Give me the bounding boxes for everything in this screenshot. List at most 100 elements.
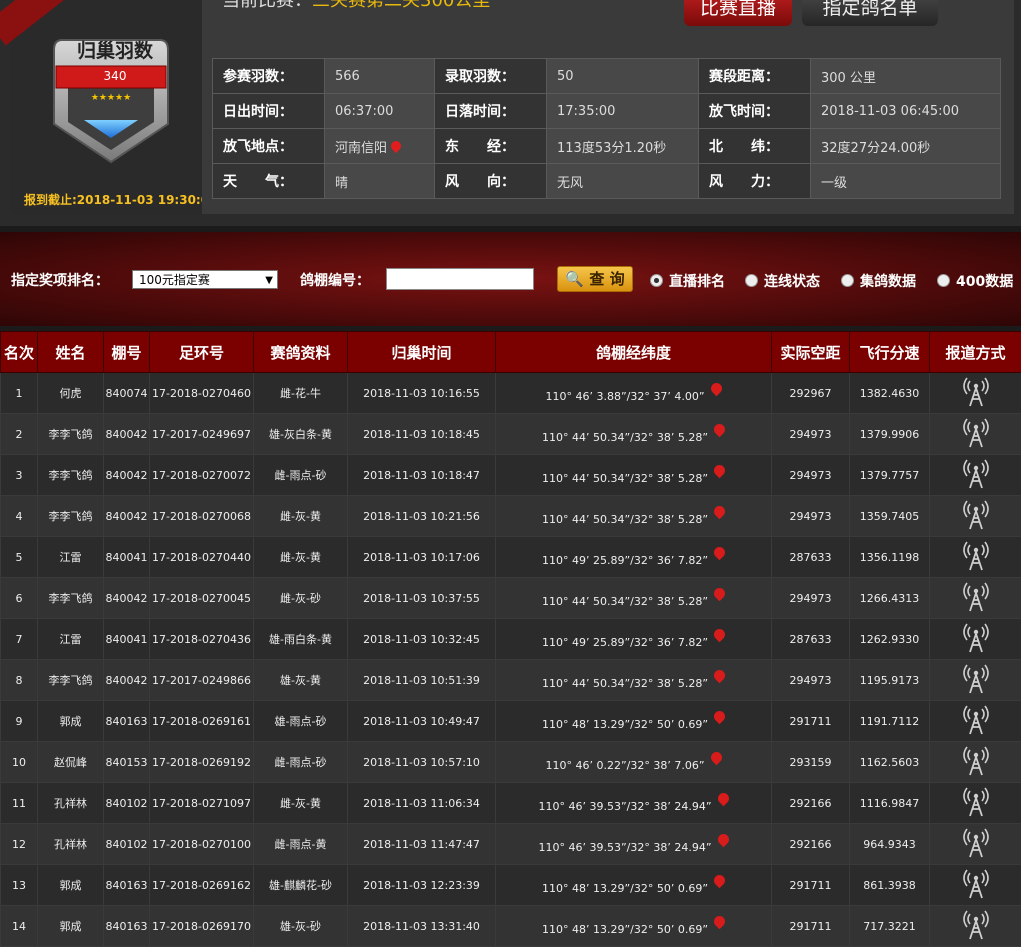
speed-cell-text: 1262.9330 bbox=[860, 633, 920, 646]
coordinates-cell: 110° 44’ 50.34”/32° 38’ 5.28” bbox=[496, 578, 772, 619]
name-cell-text: 李李飞鸽 bbox=[49, 510, 93, 523]
table-row: 14郭成84016317-2018-0269170雄-灰-砂2018-11-03… bbox=[1, 906, 1021, 947]
pigeon-info-cell: 雄-雨白条-黄 bbox=[254, 619, 348, 660]
name-cell-text: 李李飞鸽 bbox=[49, 428, 93, 441]
column-header: 飞行分速 bbox=[850, 332, 930, 373]
map-pin-icon[interactable] bbox=[712, 668, 728, 684]
coordinates-cell-text: 110° 49’ 25.89”/32° 36’ 7.82” bbox=[542, 554, 708, 567]
info-value: 06:37:00 bbox=[325, 94, 435, 129]
prize-select[interactable]: 100元指定赛▼ bbox=[132, 270, 278, 289]
query-button[interactable]: 🔍 查 询 bbox=[557, 266, 633, 292]
arrival-time-cell-text: 2018-11-03 10:32:45 bbox=[363, 633, 480, 646]
name-cell: 赵侃峰 bbox=[38, 742, 104, 783]
rank-cell-text: 3 bbox=[16, 469, 23, 482]
map-pin-icon[interactable] bbox=[712, 914, 728, 930]
speed-cell: 717.3221 bbox=[850, 906, 930, 947]
location-pin-icon[interactable] bbox=[389, 138, 403, 152]
info-label: 日落时间： bbox=[435, 94, 547, 129]
info-value: 32度27分24.00秒 bbox=[811, 129, 1001, 164]
loft-cell-text: 840153 bbox=[106, 756, 148, 769]
radio-live-rank[interactable]: 直播排名 bbox=[650, 271, 725, 291]
map-pin-icon[interactable] bbox=[708, 750, 724, 766]
coordinates-cell-text: 110° 44’ 50.34”/32° 38’ 5.28” bbox=[542, 677, 708, 690]
name-cell: 李李飞鸽 bbox=[38, 660, 104, 701]
pigeon-info-cell: 雌-雨点-砂 bbox=[254, 742, 348, 783]
map-pin-icon[interactable] bbox=[712, 873, 728, 889]
arrival-time-cell-text: 2018-11-03 10:49:47 bbox=[363, 715, 480, 728]
ring-cell-text: 17-2018-0270045 bbox=[152, 592, 251, 605]
report-method-cell bbox=[930, 783, 1021, 824]
signal-tower-icon bbox=[962, 910, 990, 943]
speed-cell-text: 1356.1198 bbox=[860, 551, 920, 564]
designated-list-button[interactable]: 指定鸽名单 bbox=[802, 0, 938, 26]
distance-cell-text: 293159 bbox=[790, 756, 832, 769]
speed-cell: 1262.9330 bbox=[850, 619, 930, 660]
radio-collection-data[interactable]: 集鸽数据 bbox=[841, 271, 916, 291]
arrival-time-cell-text: 2018-11-03 10:16:55 bbox=[363, 387, 480, 400]
map-pin-icon[interactable] bbox=[712, 422, 728, 438]
signal-tower-icon bbox=[962, 459, 990, 492]
info-label: 天 气： bbox=[213, 164, 325, 199]
pigeon-info-cell: 雄-灰-黄 bbox=[254, 660, 348, 701]
race-header: 赛 ★★★★★ 归巢羽数 340 报到截止:2018-11-03 19:30:0… bbox=[0, 0, 1021, 226]
ring-cell-text: 17-2018-0270068 bbox=[152, 510, 251, 523]
rank-cell: 14 bbox=[1, 906, 38, 947]
map-pin-icon[interactable] bbox=[712, 545, 728, 561]
radio-400-data[interactable]: 400数据 bbox=[937, 271, 1013, 291]
coordinates-cell-text: 110° 46’ 3.88”/32° 37’ 4.00” bbox=[545, 390, 704, 403]
radio-connection-status[interactable]: 连线状态 bbox=[745, 271, 820, 291]
coordinates-cell: 110° 44’ 50.34”/32° 38’ 5.28” bbox=[496, 496, 772, 537]
chevron-down-icon: ▼ bbox=[265, 271, 273, 290]
signal-tower-icon bbox=[962, 541, 990, 574]
map-pin-icon[interactable] bbox=[715, 791, 731, 807]
ring-cell: 17-2018-0269170 bbox=[150, 906, 254, 947]
column-header: 归巢时间 bbox=[348, 332, 496, 373]
map-pin-icon[interactable] bbox=[708, 381, 724, 397]
arrival-time-cell-text: 2018-11-03 13:31:40 bbox=[363, 920, 480, 933]
live-broadcast-button[interactable]: 比赛直播 bbox=[684, 0, 792, 26]
map-pin-icon[interactable] bbox=[712, 586, 728, 602]
name-cell: 李李飞鸽 bbox=[38, 496, 104, 537]
ring-cell-text: 17-2018-0270440 bbox=[152, 551, 251, 564]
distance-cell-text: 294973 bbox=[790, 428, 832, 441]
rank-cell: 6 bbox=[1, 578, 38, 619]
loft-cell-text: 840042 bbox=[106, 674, 148, 687]
loft-cell: 840042 bbox=[104, 455, 150, 496]
report-method-cell bbox=[930, 455, 1021, 496]
table-row: 6李李飞鸽84004217-2018-0270045雌-灰-砂2018-11-0… bbox=[1, 578, 1021, 619]
loft-cell-text: 840163 bbox=[106, 715, 148, 728]
map-pin-icon[interactable] bbox=[712, 504, 728, 520]
distance-cell-text: 287633 bbox=[790, 633, 832, 646]
map-pin-icon[interactable] bbox=[712, 463, 728, 479]
distance-cell: 292967 bbox=[772, 373, 850, 414]
ring-cell-text: 17-2017-0249866 bbox=[152, 674, 251, 687]
ring-cell-text: 17-2018-0271097 bbox=[152, 797, 251, 810]
map-pin-icon[interactable] bbox=[712, 627, 728, 643]
signal-tower-icon bbox=[962, 418, 990, 451]
rank-cell-text: 13 bbox=[12, 879, 26, 892]
rank-cell-text: 10 bbox=[12, 756, 26, 769]
loft-cell: 840042 bbox=[104, 660, 150, 701]
speed-cell-text: 1382.4630 bbox=[860, 387, 920, 400]
column-header: 足环号 bbox=[150, 332, 254, 373]
rank-cell-text: 2 bbox=[16, 428, 23, 441]
loft-cell-text: 840041 bbox=[106, 633, 148, 646]
ring-cell: 17-2018-0270100 bbox=[150, 824, 254, 865]
ring-cell: 17-2018-0270072 bbox=[150, 455, 254, 496]
speed-cell-text: 1266.4313 bbox=[860, 592, 920, 605]
arrival-time-cell: 2018-11-03 10:49:47 bbox=[348, 701, 496, 742]
map-pin-icon[interactable] bbox=[712, 709, 728, 725]
map-pin-icon[interactable] bbox=[715, 832, 731, 848]
table-row: 11孔祥林84010217-2018-0271097雌-灰-黄2018-11-0… bbox=[1, 783, 1021, 824]
ring-cell: 17-2018-0271097 bbox=[150, 783, 254, 824]
distance-cell-text: 294973 bbox=[790, 510, 832, 523]
coordinates-cell-text: 110° 46’ 39.53”/32° 38’ 24.94” bbox=[538, 841, 711, 854]
radio-dot-icon bbox=[650, 274, 663, 287]
pigeon-info-cell: 雌-雨点-砂 bbox=[254, 455, 348, 496]
info-label: 放飞时间： bbox=[699, 94, 811, 129]
speed-cell: 1356.1198 bbox=[850, 537, 930, 578]
arrival-time-cell: 2018-11-03 12:23:39 bbox=[348, 865, 496, 906]
info-value: 一级 bbox=[811, 164, 1001, 199]
rank-cell: 8 bbox=[1, 660, 38, 701]
loft-number-input[interactable] bbox=[386, 268, 534, 290]
